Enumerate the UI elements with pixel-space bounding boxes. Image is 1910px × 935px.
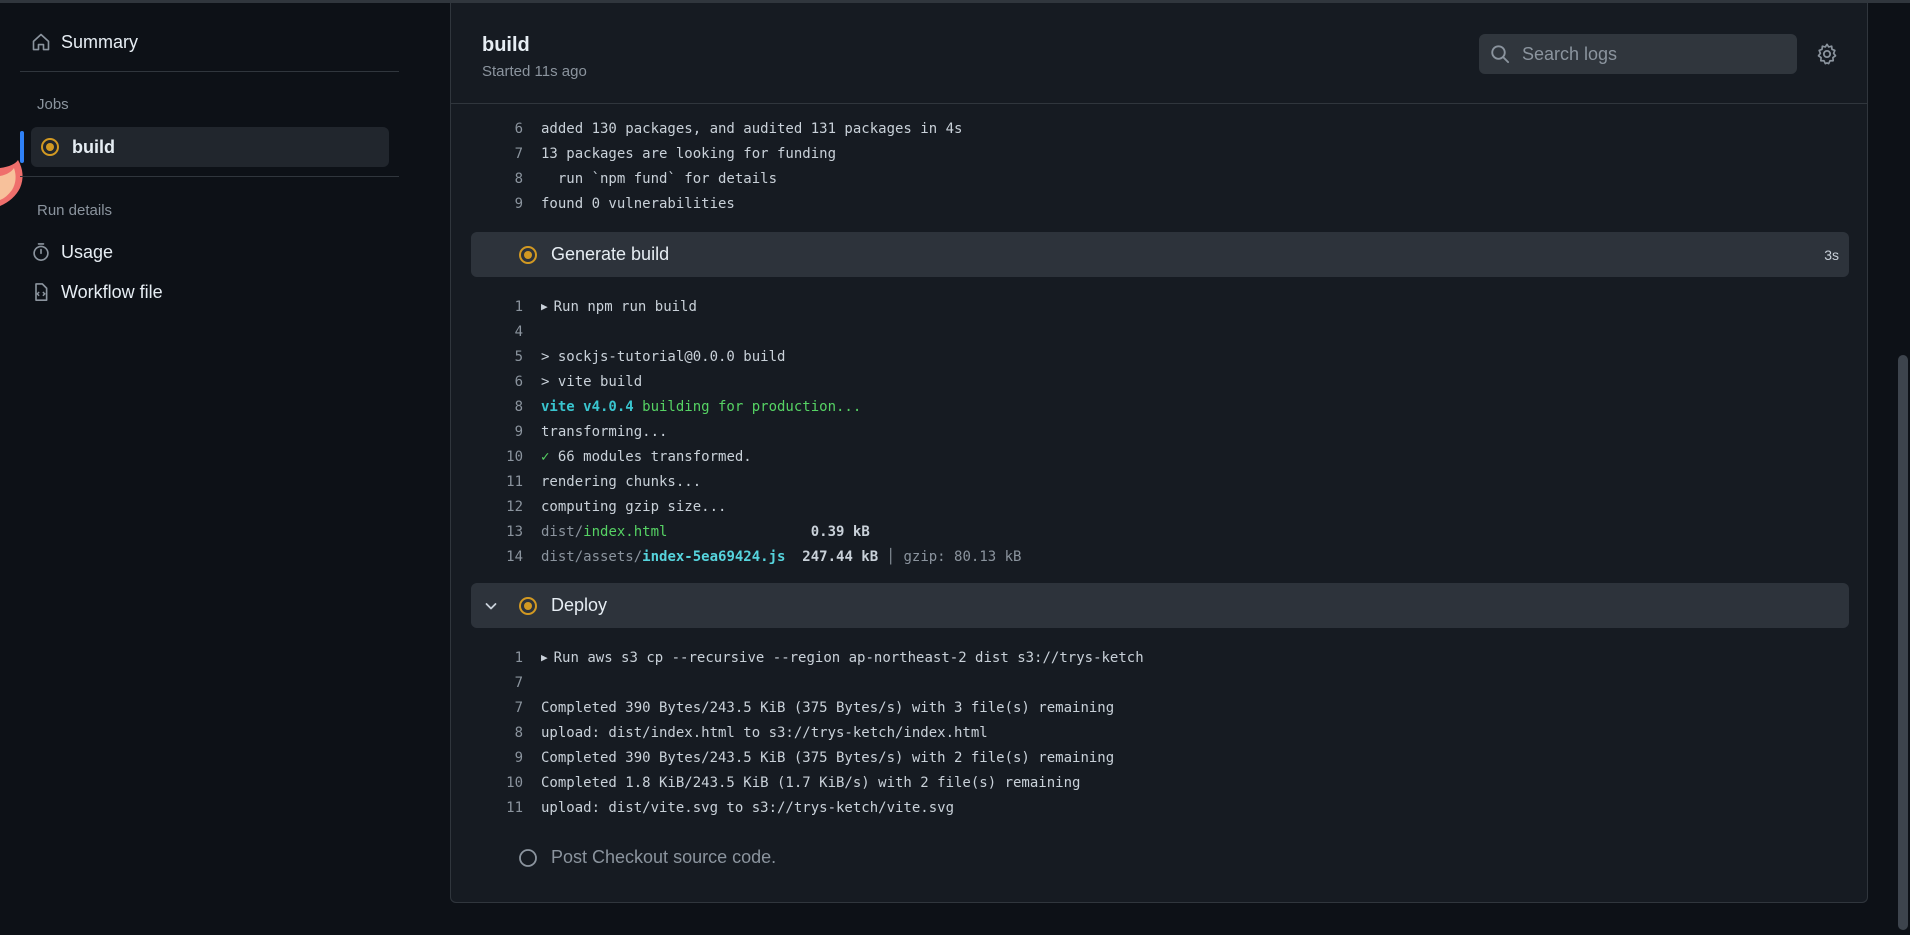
log-line: 8 vite v4.0.4 building for production...	[514, 398, 862, 415]
pending-circle-icon	[519, 848, 537, 867]
sidebar-item-summary[interactable]: Summary	[31, 22, 391, 62]
step-duration: 3s	[1824, 246, 1839, 263]
sidebar-item-label: build	[72, 136, 115, 157]
in-progress-icon	[519, 596, 537, 615]
file-code-icon	[35, 283, 48, 301]
log-line: 13 dist/index.html 0.39 kB	[506, 523, 870, 540]
chevron-down-icon[interactable]	[483, 598, 499, 614]
step-deploy[interactable]: Deploy	[471, 583, 1849, 628]
sidebar-item-label: Usage	[61, 241, 114, 262]
jobs-heading: Jobs	[37, 96, 69, 113]
in-progress-icon	[519, 245, 537, 264]
job-header: build Started 11s ago	[451, 3, 1867, 104]
sidebar-item-usage[interactable]: Usage	[31, 232, 391, 272]
run-details-heading: Run details	[37, 202, 113, 219]
sidebar: Summary Jobs build Run details Usage Wor…	[0, 0, 420, 935]
stopwatch-icon	[33, 243, 49, 261]
divider	[20, 176, 399, 177]
job-started-time: Started 11s ago	[482, 63, 587, 80]
gear-icon[interactable]	[1816, 43, 1838, 65]
log-line: 7 13 packages are looking for funding	[514, 145, 837, 162]
log-line: 10 ✓ 66 modules transformed.	[506, 448, 752, 465]
home-icon	[32, 33, 50, 51]
job-log-panel: build Started 11s ago 6added 130 package…	[450, 3, 1868, 903]
log-line: 7 Completed 390 Bytes/243.5 KiB (375 Byte…	[514, 699, 1115, 716]
step-post-checkout[interactable]: Post Checkout source code.	[471, 835, 1849, 880]
log-line: 12 computing gzip size...	[506, 498, 727, 515]
mascot-icon	[0, 160, 23, 206]
log-line: 11 rendering chunks...	[506, 473, 702, 490]
log-line: 8 run `npm fund` for details	[514, 170, 778, 187]
step-name: Post Checkout source code.	[551, 847, 777, 867]
search-box[interactable]	[1479, 34, 1797, 74]
log-line: 9 found 0 vulnerabilities	[514, 195, 735, 212]
page-title: build	[482, 34, 530, 56]
log-line: 9 transforming...	[514, 423, 668, 440]
log-line: 10 Completed 1.8 KiB/243.5 KiB (1.7 KiB/s…	[506, 774, 1081, 791]
divider	[20, 71, 399, 72]
log-line: 9 Completed 390 Bytes/243.5 KiB (375 Byte…	[514, 749, 1115, 766]
sidebar-item-label: Summary	[61, 31, 139, 52]
log-line: 8 upload: dist/index.html to s3://trys-ke…	[514, 724, 988, 741]
sidebar-item-label: Workflow file	[61, 281, 163, 302]
expand-triangle-icon[interactable]: ▶	[541, 300, 548, 313]
log-line: 6 > vite build	[514, 373, 643, 390]
log-line: 14 dist/assets/index-5ea69424.js 247.44 k…	[506, 548, 1022, 565]
log-line[interactable]: 1 ▶ Run aws s3 cp --recursive --region ap-…	[471, 645, 1144, 670]
search-input[interactable]	[1520, 42, 1784, 66]
expand-triangle-icon[interactable]: ▶	[541, 651, 548, 664]
log-line: 6 added 130 packages, and audited 131 pac…	[514, 120, 963, 137]
log-line: 4	[514, 323, 523, 340]
search-icon	[1491, 45, 1510, 64]
log-line[interactable]: 1 ▶ Run npm run build	[471, 294, 697, 319]
sidebar-item-build-job[interactable]: build	[31, 127, 389, 167]
step-name: Generate build	[551, 244, 670, 264]
sidebar-item-workflow-file[interactable]: Workflow file	[31, 272, 391, 312]
scrollbar[interactable]	[1898, 355, 1908, 930]
step-generate-build[interactable]: Generate build 3s	[471, 232, 1849, 277]
in-progress-icon	[41, 138, 59, 156]
step-name: Deploy	[551, 595, 608, 615]
log-line: 5 > sockjs-tutorial@0.0.0 build	[514, 348, 786, 365]
active-indicator	[20, 131, 24, 163]
log-line: 7	[514, 674, 523, 691]
log-line: 11 upload: dist/vite.svg to s3://trys-ket…	[506, 799, 955, 816]
